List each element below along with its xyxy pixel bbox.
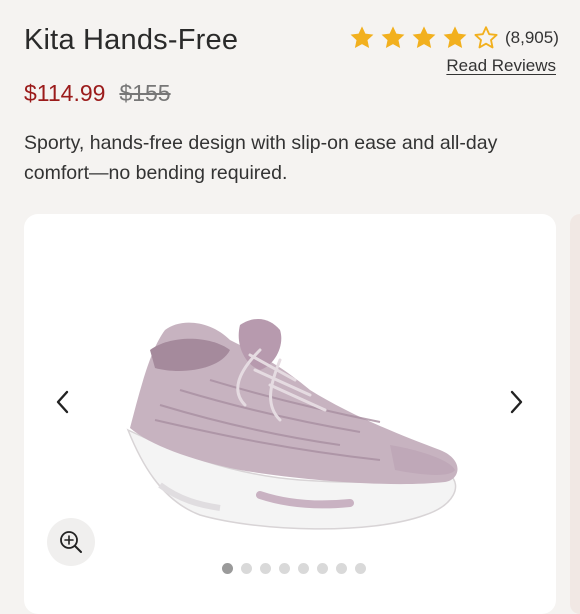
star-filled-icon — [350, 26, 374, 49]
star-empty-icon — [474, 26, 498, 49]
read-reviews-link[interactable]: Read Reviews — [446, 56, 556, 76]
carousel-dot[interactable] — [298, 563, 309, 574]
chevron-right-icon[interactable] — [505, 388, 527, 416]
carousel-dot[interactable] — [355, 563, 366, 574]
next-image-peek[interactable] — [570, 214, 580, 614]
chevron-left-icon[interactable] — [52, 388, 74, 416]
original-price: $155 — [119, 80, 171, 106]
carousel-dot[interactable] — [317, 563, 328, 574]
carousel-dot[interactable] — [279, 563, 290, 574]
product-title: Kita Hands-Free — [24, 24, 239, 56]
star-filled-icon — [443, 26, 467, 49]
carousel-dot[interactable] — [222, 563, 233, 574]
review-count: (8,905) — [505, 28, 559, 47]
carousel-dot[interactable] — [241, 563, 252, 574]
carousel-dots — [222, 563, 366, 574]
star-filled-icon — [381, 26, 405, 49]
carousel-dot[interactable] — [260, 563, 271, 574]
zoom-button[interactable] — [47, 518, 95, 566]
shoe-image — [126, 318, 458, 530]
zoom-in-icon — [60, 531, 82, 553]
sale-price: $114.99 — [24, 80, 106, 106]
star-filled-icon — [412, 26, 436, 49]
product-description: Sporty, hands-free design with slip-on e… — [24, 132, 498, 184]
carousel-dot[interactable] — [336, 563, 347, 574]
price-block: $114.99 $155 — [24, 80, 171, 107]
rating-stars[interactable]: (8,905) — [348, 24, 559, 52]
